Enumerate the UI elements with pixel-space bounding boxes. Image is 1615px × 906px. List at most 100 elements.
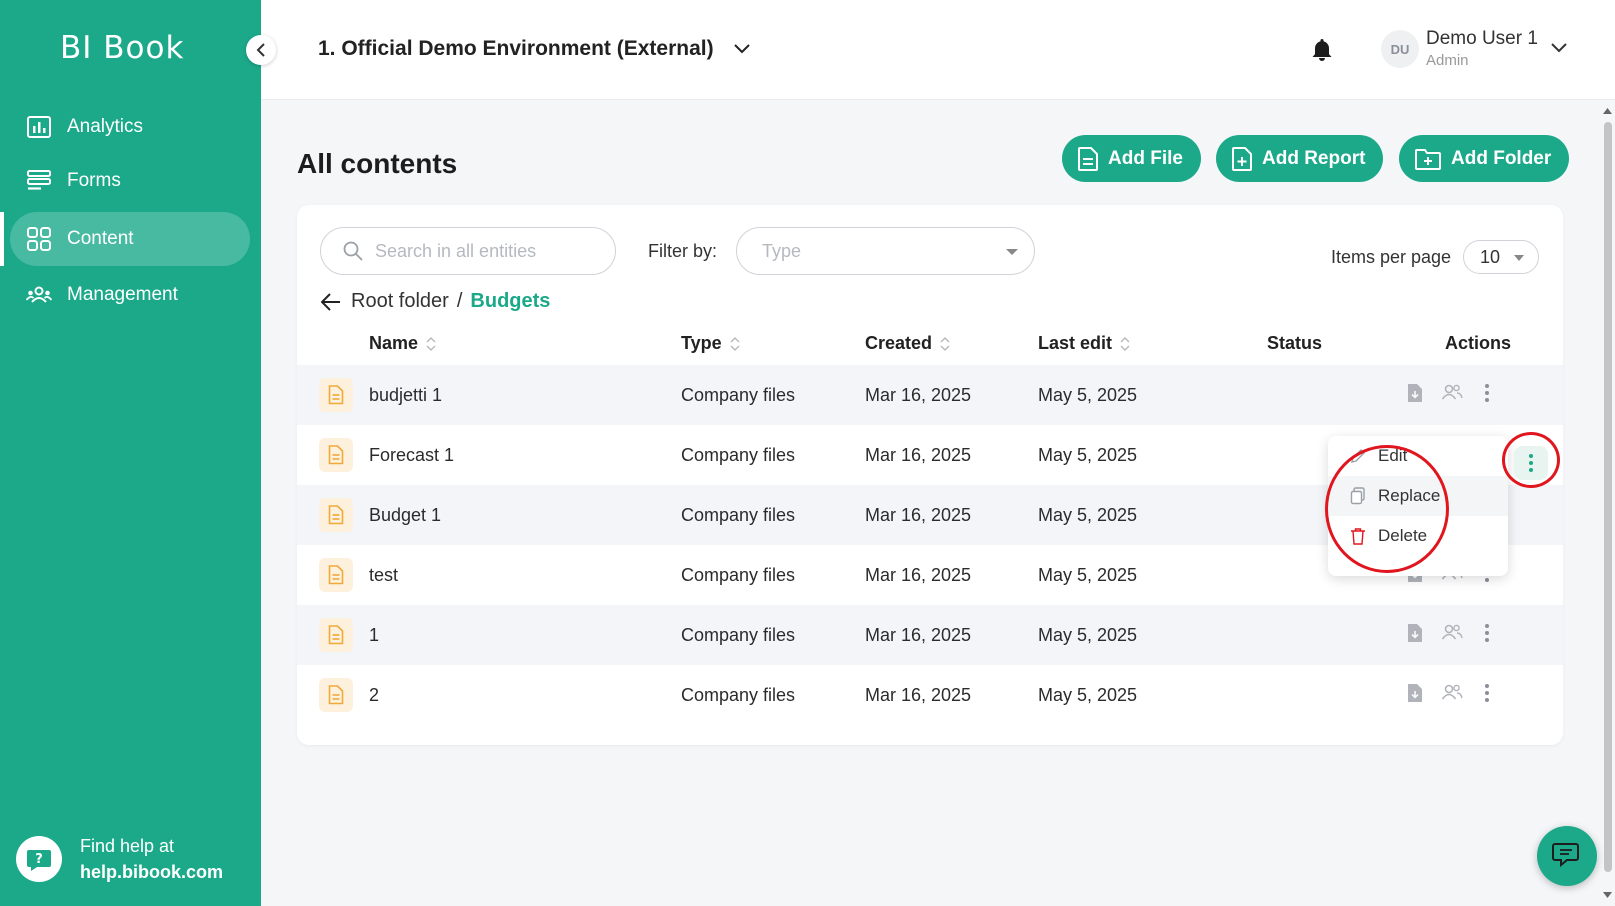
download-icon[interactable] <box>1407 623 1423 643</box>
row-last-edit: May 5, 2025 <box>1038 685 1138 705</box>
row-last-edit: May 5, 2025 <box>1038 565 1138 585</box>
user-role: Admin <box>1426 52 1469 69</box>
sidebar: BI Book Analytics Forms Content Manageme… <box>0 0 261 906</box>
search-icon <box>343 241 363 261</box>
chat-icon <box>1552 843 1579 868</box>
table-row[interactable]: budjetti 1 Company files Mar 16, 2025 Ma… <box>297 365 1563 425</box>
users-icon[interactable] <box>1441 623 1463 641</box>
row-name[interactable]: budjetti 1 <box>369 385 442 406</box>
column-header-type[interactable]: Type <box>681 333 740 354</box>
row-name[interactable]: test <box>369 565 398 586</box>
row-name[interactable]: Forecast 1 <box>369 445 454 466</box>
items-per-page-value: 10 <box>1480 246 1501 267</box>
breadcrumb: Root folder / Budgets <box>321 290 550 313</box>
file-icon <box>319 498 353 532</box>
add-folder-button[interactable]: Add Folder <box>1399 135 1570 182</box>
search-input[interactable] <box>375 240 595 262</box>
more-vertical-icon[interactable] <box>1484 623 1490 643</box>
sidebar-item-management[interactable]: Management <box>10 268 250 322</box>
page-title: All contents <box>297 148 458 179</box>
users-icon <box>25 281 53 309</box>
arrow-left-icon[interactable] <box>321 292 341 311</box>
search-box[interactable] <box>320 227 616 275</box>
file-icon <box>319 678 353 712</box>
table-row[interactable]: 1 Company files Mar 16, 2025 May 5, 2025 <box>297 605 1563 665</box>
sort-icon <box>426 336 436 352</box>
help-url[interactable]: help.bibook.com <box>80 862 223 882</box>
items-per-page-select[interactable]: 10 <box>1463 240 1539 274</box>
notifications-bell-icon[interactable] <box>1311 38 1333 67</box>
help-text: Find help at help.bibook.com <box>80 833 223 885</box>
row-created: Mar 16, 2025 <box>865 625 972 645</box>
row-type: Company files <box>681 685 796 705</box>
column-header-last-edit[interactable]: Last edit <box>1038 333 1130 354</box>
sidebar-item-label: Analytics <box>67 116 144 137</box>
help-link[interactable]: ? Find help at help.bibook.com <box>16 833 223 885</box>
add-file-button[interactable]: Add File <box>1062 135 1201 182</box>
download-icon[interactable] <box>1407 683 1423 703</box>
row-name[interactable]: 2 <box>369 685 379 706</box>
row-type: Company files <box>681 385 796 405</box>
user-name[interactable]: Demo User 1 <box>1426 28 1538 50</box>
chat-button[interactable] <box>1537 826 1597 886</box>
column-header-name[interactable]: Name <box>369 333 436 354</box>
row-created: Mar 16, 2025 <box>865 565 972 585</box>
scroll-thumb[interactable] <box>1604 122 1612 872</box>
annotation-circle <box>1502 432 1560 488</box>
sidebar-item-analytics[interactable]: Analytics <box>10 100 250 154</box>
environment-selector[interactable]: 1. Official Demo Environment (External) <box>318 37 750 61</box>
avatar[interactable]: DU <box>1381 30 1419 68</box>
file-icon <box>319 438 353 472</box>
dropdown-caret-icon <box>1514 255 1524 261</box>
row-type: Company files <box>681 625 796 645</box>
folder-plus-icon <box>1415 148 1441 170</box>
column-header-label: Created <box>865 333 933 353</box>
more-vertical-icon[interactable] <box>1484 683 1490 703</box>
add-report-label: Add Report <box>1262 147 1366 169</box>
add-folder-label: Add Folder <box>1451 147 1552 169</box>
sidebar-item-label: Management <box>67 284 178 305</box>
row-created: Mar 16, 2025 <box>865 505 972 525</box>
row-last-edit: May 5, 2025 <box>1038 625 1138 645</box>
row-last-edit: May 5, 2025 <box>1038 445 1138 465</box>
bar-chart-icon <box>25 113 53 141</box>
column-header-label: Name <box>369 333 419 353</box>
sort-icon <box>730 336 740 352</box>
row-type: Company files <box>681 505 796 525</box>
items-per-page-label: Items per page <box>1331 247 1452 267</box>
more-vertical-icon[interactable] <box>1484 383 1490 403</box>
add-report-button[interactable]: Add Report <box>1216 135 1384 182</box>
sidebar-item-content[interactable]: Content <box>10 212 250 266</box>
forms-icon <box>25 167 53 195</box>
help-icon: ? <box>16 836 62 882</box>
svg-text:?: ? <box>35 852 43 867</box>
chevron-down-icon <box>733 44 750 54</box>
sidebar-item-label: Forms <box>67 170 121 191</box>
user-menu-chevron-icon[interactable] <box>1551 40 1567 58</box>
column-header-created[interactable]: Created <box>865 333 950 354</box>
column-header-label: Type <box>681 333 722 353</box>
column-header-label: Status <box>1267 333 1323 353</box>
row-type: Company files <box>681 445 796 465</box>
row-name[interactable]: 1 <box>369 625 379 646</box>
row-name[interactable]: Budget 1 <box>369 505 441 526</box>
collapse-sidebar-button[interactable] <box>246 35 276 65</box>
row-last-edit: May 5, 2025 <box>1038 505 1138 525</box>
add-file-label: Add File <box>1108 147 1183 169</box>
column-header-label: Last edit <box>1038 333 1113 353</box>
environment-name: 1. Official Demo Environment (External) <box>318 37 714 60</box>
page-scrollbar[interactable] <box>1600 104 1615 906</box>
users-icon[interactable] <box>1441 383 1463 401</box>
top-header: 1. Official Demo Environment (External) … <box>261 0 1615 100</box>
file-icon <box>319 618 353 652</box>
scroll-down-icon[interactable] <box>1600 890 1615 900</box>
app-logo[interactable]: BI Book <box>60 30 184 66</box>
scroll-up-icon[interactable] <box>1600 106 1615 116</box>
download-icon[interactable] <box>1407 383 1423 403</box>
breadcrumb-root[interactable]: Root folder <box>351 290 449 313</box>
users-icon[interactable] <box>1441 683 1463 701</box>
type-filter-select[interactable]: Type <box>736 227 1035 275</box>
sidebar-item-forms[interactable]: Forms <box>10 154 250 208</box>
table-row[interactable]: 2 Company files Mar 16, 2025 May 5, 2025 <box>297 665 1563 725</box>
breadcrumb-current: Budgets <box>470 290 551 312</box>
